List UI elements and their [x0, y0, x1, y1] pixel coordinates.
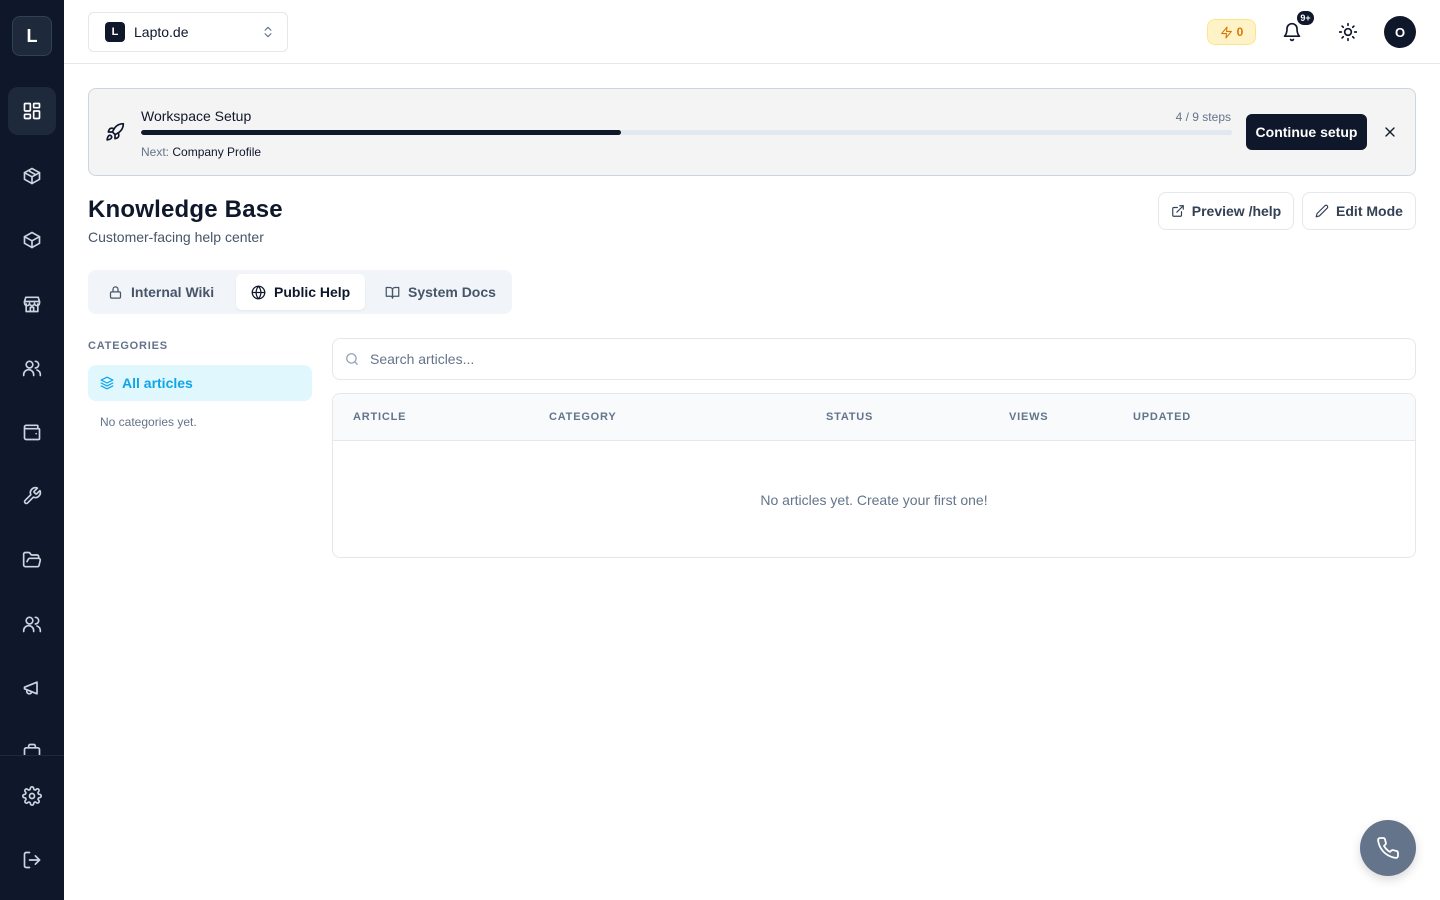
sidebar-item-dashboard[interactable] — [8, 87, 56, 135]
chevrons-up-down-icon — [264, 26, 272, 38]
layers-icon — [100, 376, 114, 390]
continue-setup-button[interactable]: Continue setup — [1246, 114, 1367, 150]
preview-help-button[interactable]: Preview /help — [1158, 192, 1294, 230]
credits-count: 0 — [1236, 25, 1244, 39]
rocket-icon — [106, 122, 125, 141]
book-open-icon — [385, 286, 400, 299]
setup-title: Workspace Setup — [141, 108, 252, 124]
setup-steps-count: 4 / 9 steps — [1175, 110, 1231, 124]
log-out-icon — [23, 851, 41, 869]
wrench-icon — [23, 486, 42, 505]
edit-mode-button[interactable]: Edit Mode — [1302, 192, 1416, 230]
column-header-views[interactable]: VIEWS — [1009, 411, 1048, 423]
user-avatar[interactable]: O — [1384, 16, 1416, 48]
gear-icon — [22, 786, 42, 806]
lightning-icon — [1220, 26, 1232, 38]
sidebar-item-logout[interactable] — [8, 836, 56, 884]
category-all-articles[interactable]: All articles — [88, 365, 312, 401]
sidebar-item-store[interactable] — [8, 280, 56, 328]
tab-system-docs-label: System Docs — [408, 284, 496, 300]
layout-grid-icon — [23, 102, 41, 120]
wallet-icon — [23, 424, 41, 441]
credits-badge[interactable]: 0 — [1207, 19, 1256, 45]
knowledge-base-tabs: Internal Wiki Public Help System Docs — [88, 270, 512, 314]
package-icon — [23, 231, 41, 249]
sidebar-item-marketing[interactable] — [8, 664, 56, 712]
column-header-updated[interactable]: UPDATED — [1133, 411, 1191, 423]
search-input[interactable] — [370, 351, 1370, 367]
articles-table: ARTICLE CATEGORY STATUS VIEWS UPDATED No… — [332, 393, 1416, 558]
workspace-setup-banner: Workspace Setup 4 / 9 steps Next: Compan… — [88, 88, 1416, 176]
column-header-category[interactable]: CATEGORY — [549, 411, 617, 423]
sidebar-item-team[interactable] — [8, 600, 56, 648]
theme-toggle-button[interactable] — [1332, 16, 1364, 48]
close-icon[interactable] — [1382, 124, 1398, 140]
users-icon — [22, 360, 42, 377]
tab-public-help-label: Public Help — [274, 284, 351, 300]
tab-internal-wiki-label: Internal Wiki — [131, 284, 215, 300]
call-support-button[interactable] — [1360, 820, 1416, 876]
setup-progress-bar — [141, 130, 1232, 135]
external-link-icon — [1171, 205, 1184, 217]
sidebar-item-files[interactable] — [8, 536, 56, 584]
pencil-icon — [1315, 204, 1329, 218]
sidebar-scroll-area — [0, 720, 64, 755]
column-header-article[interactable]: ARTICLE — [353, 411, 406, 423]
lock-icon — [109, 285, 122, 299]
folder-open-icon — [22, 551, 42, 568]
setup-next-label: Next: — [141, 145, 170, 159]
categories-heading: CATEGORIES — [88, 340, 168, 352]
package-icon — [23, 167, 41, 185]
sidebar-item-wallet[interactable] — [8, 408, 56, 456]
table-empty-message: No articles yet. Create your first one! — [760, 492, 988, 508]
top-bar: L Lapto.de 0 9+ O — [64, 0, 1440, 64]
notifications-count-badge: 9+ — [1296, 10, 1315, 26]
store-icon — [23, 296, 41, 313]
search-bar — [332, 338, 1416, 380]
users-icon — [22, 616, 42, 633]
sidebar-item-products[interactable] — [8, 152, 56, 200]
sidebar-item-more[interactable] — [8, 728, 56, 755]
preview-help-label: Preview /help — [1191, 203, 1282, 219]
globe-icon — [251, 285, 266, 299]
bell-icon — [1283, 22, 1301, 42]
setup-next-step: Next: Company Profile — [141, 145, 261, 159]
search-icon — [346, 353, 358, 365]
phone-icon — [1377, 837, 1399, 859]
setup-progress-fill — [141, 130, 622, 135]
sidebar: L — [0, 0, 64, 900]
app-logo[interactable]: L — [12, 16, 52, 56]
table-header: ARTICLE CATEGORY STATUS VIEWS UPDATED — [333, 394, 1415, 441]
tab-public-help[interactable]: Public Help — [236, 274, 365, 310]
categories-empty-text: No categories yet. — [100, 415, 197, 429]
tab-system-docs[interactable]: System Docs — [365, 274, 510, 310]
sun-icon — [1338, 22, 1358, 42]
sidebar-item-inventory[interactable] — [8, 216, 56, 264]
sidebar-item-settings[interactable] — [8, 772, 56, 820]
page-subtitle: Customer-facing help center — [88, 229, 264, 245]
workspace-selector[interactable]: L Lapto.de — [88, 12, 288, 52]
workspace-name: Lapto.de — [134, 24, 189, 40]
sidebar-item-customers[interactable] — [8, 344, 56, 392]
category-all-articles-label: All articles — [122, 375, 193, 391]
page-title: Knowledge Base — [88, 196, 283, 223]
column-header-status[interactable]: STATUS — [826, 411, 873, 423]
tab-internal-wiki[interactable]: Internal Wiki — [88, 274, 236, 310]
workspace-badge: L — [105, 22, 125, 42]
setup-next-value: Company Profile — [172, 145, 262, 159]
megaphone-icon — [23, 681, 38, 695]
sidebar-item-tools[interactable] — [8, 472, 56, 520]
briefcase-icon — [23, 743, 41, 755]
sidebar-divider — [0, 755, 64, 756]
edit-mode-label: Edit Mode — [1336, 203, 1403, 219]
